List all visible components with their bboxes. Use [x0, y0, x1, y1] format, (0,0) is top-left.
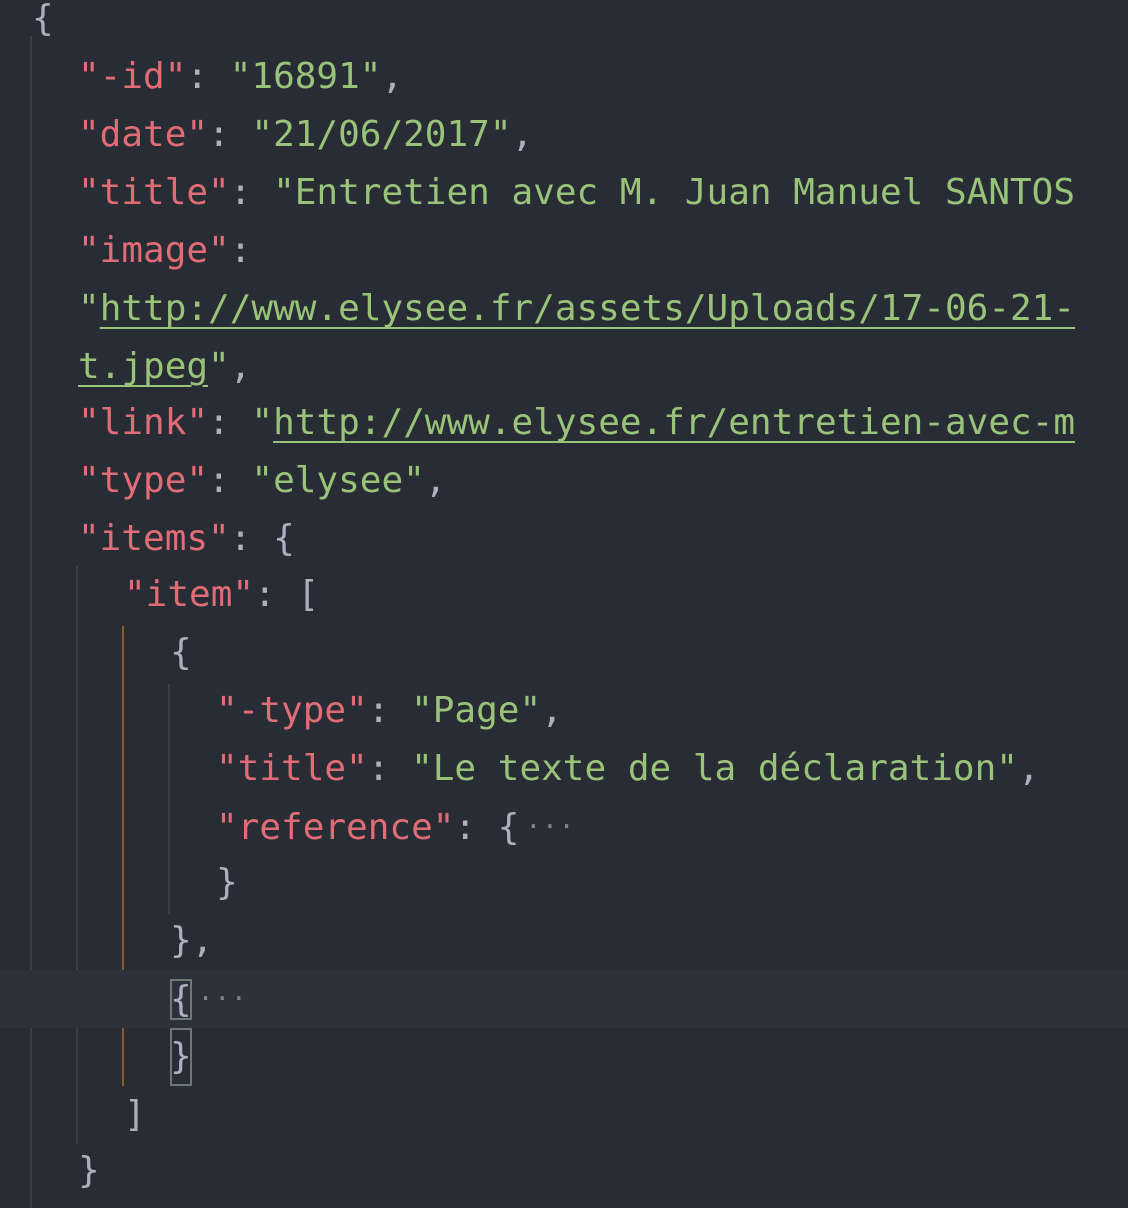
code-line-type[interactable]: "type": "elysee",: [0, 452, 1128, 510]
code-line-object-close[interactable]: },: [0, 912, 1128, 970]
code-line-image-url-wrap[interactable]: t.jpeg",: [0, 338, 1128, 396]
json-key-reference: "reference": [216, 807, 455, 848]
code-line-item[interactable]: "item": [: [0, 566, 1128, 624]
code-line-reference[interactable]: "reference": {···: [0, 798, 1128, 856]
code-line-date[interactable]: "date": "21/06/2017",: [0, 106, 1128, 164]
json-value-sub-title: "Le texte de la déclaration": [411, 748, 1018, 789]
json-value-sub-type: "Page": [411, 690, 542, 731]
code-line-link[interactable]: "link": "http://www.elysee.fr/entretien-…: [0, 394, 1128, 452]
code-line-object-open[interactable]: {: [0, 624, 1128, 682]
code-line-current[interactable]: {···: [0, 970, 1128, 1028]
json-key-sub-type: "-type": [216, 690, 368, 731]
json-key-title: "title": [78, 172, 230, 213]
json-value-type: "elysee": [251, 460, 425, 501]
link-url[interactable]: http://www.elysee.fr/entretien-avec-m: [273, 402, 1075, 443]
fold-ellipsis-icon-2[interactable]: ···: [198, 984, 248, 1014]
image-url-link[interactable]: http://www.elysee.fr/assets/Uploads/17-0…: [100, 288, 1075, 329]
brace-open: {: [32, 0, 54, 39]
code-line-1[interactable]: {: [0, 0, 1128, 48]
fold-ellipsis-icon[interactable]: ···: [525, 812, 575, 842]
code-line-image-url[interactable]: "http://www.elysee.fr/assets/Uploads/17-…: [0, 280, 1128, 338]
json-key-link: "link": [78, 402, 209, 443]
json-key-date: "date": [78, 114, 209, 155]
code-line-image-key[interactable]: "image":: [0, 222, 1128, 280]
bracket-match-open: {: [170, 979, 192, 1020]
code-line-reference-close[interactable]: }: [0, 854, 1128, 912]
json-value-date: "21/06/2017": [251, 114, 512, 155]
image-url-link-continued[interactable]: t.jpeg: [78, 346, 208, 387]
json-value-id: "16891": [229, 56, 382, 97]
json-key-item: "item": [124, 574, 255, 615]
code-editor[interactable]: { "-id": "16891", "date": "21/06/2017", …: [0, 0, 1128, 1208]
json-key-sub-title: "title": [216, 748, 368, 789]
bracket-match-close: }: [170, 1028, 192, 1086]
code-line-array-close[interactable]: ]: [0, 1086, 1128, 1144]
json-key-id: "-id": [78, 56, 187, 97]
code-line-title[interactable]: "title": "Entretien avec M. Juan Manuel …: [0, 164, 1128, 222]
code-line-folded-close[interactable]: }: [0, 1028, 1128, 1086]
code-line-sub-title[interactable]: "title": "Le texte de la déclaration",: [0, 740, 1128, 798]
code-line-sub-type[interactable]: "-type": "Page",: [0, 682, 1128, 740]
code-line-items[interactable]: "items": {: [0, 510, 1128, 568]
code-line-items-close[interactable]: }: [0, 1142, 1128, 1200]
json-key-image: "image": [78, 230, 230, 271]
json-key-items: "items": [78, 518, 230, 559]
json-key-type: "type": [78, 460, 209, 501]
json-value-title: "Entretien avec M. Juan Manuel SANTOS: [273, 172, 1076, 213]
code-line-id[interactable]: "-id": "16891",: [0, 48, 1128, 106]
